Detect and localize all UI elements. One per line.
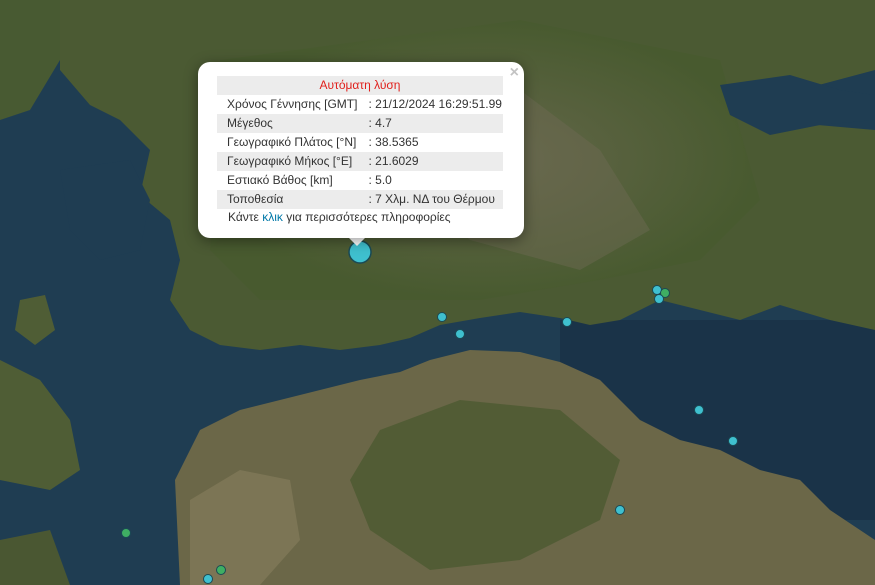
earthquake-marker[interactable] [728, 436, 738, 446]
table-row: Μέγεθος : 4.7 [217, 114, 503, 133]
more-info-text: Κάντε κλικ για περισσότερες πληροφορίες [228, 210, 451, 224]
popup-title: Αυτόματη λύση [217, 76, 503, 95]
table-row: Χρόνος Γέννησης [GMT] : 21/12/2024 16:29… [217, 95, 503, 114]
row-value: : 38.5365 [368, 135, 419, 149]
earthquake-marker[interactable] [437, 312, 447, 322]
more-prefix: Κάντε [228, 210, 259, 224]
row-label: Εστιακό Βάθος [km] [227, 173, 333, 187]
earthquake-marker[interactable] [121, 528, 131, 538]
table-row: Γεωγραφικό Πλάτος [°N] : 38.5365 [217, 133, 503, 152]
earthquake-marker[interactable] [203, 574, 213, 584]
row-label: Γεωγραφικό Μήκος [°E] [217, 152, 359, 171]
row-label: Χρόνος Γέννησης [GMT] [227, 97, 358, 111]
earthquake-marker[interactable] [615, 505, 625, 515]
close-icon[interactable]: × [510, 64, 519, 82]
row-label: Μέγεθος [217, 114, 359, 133]
more-suffix: για περισσότερες πληροφορίες [286, 210, 451, 224]
row-value: : 4.7 [358, 114, 503, 133]
earthquake-popup: × Αυτόματη λύση Χρόνος Γέννησης [GMT] : … [198, 62, 524, 238]
earthquake-marker[interactable] [216, 565, 226, 575]
row-value: : 5.0 [368, 173, 392, 187]
row-value: : 21/12/2024 16:29:51.99 [368, 97, 502, 111]
row-value: : 21.6029 [358, 152, 503, 171]
row-value: : 7 Χλμ. ΝΔ του Θέρμου [358, 190, 503, 209]
table-row: Τοποθεσία : 7 Χλμ. ΝΔ του Θέρμου [217, 190, 503, 209]
earthquake-marker[interactable] [455, 329, 465, 339]
earthquake-marker[interactable] [654, 294, 664, 304]
info-table: Αυτόματη λύση Χρόνος Γέννησης [GMT] : 21… [217, 76, 503, 209]
earthquake-marker[interactable] [694, 405, 704, 415]
row-label: Γεωγραφικό Πλάτος [°N] [227, 135, 357, 149]
table-row: Εστιακό Βάθος [km] : 5.0 [217, 171, 503, 190]
more-info-link[interactable]: κλικ [262, 210, 283, 224]
earthquake-marker[interactable] [562, 317, 572, 327]
table-row: Γεωγραφικό Μήκος [°E] : 21.6029 [217, 152, 503, 171]
row-label: Τοποθεσία [217, 190, 359, 209]
